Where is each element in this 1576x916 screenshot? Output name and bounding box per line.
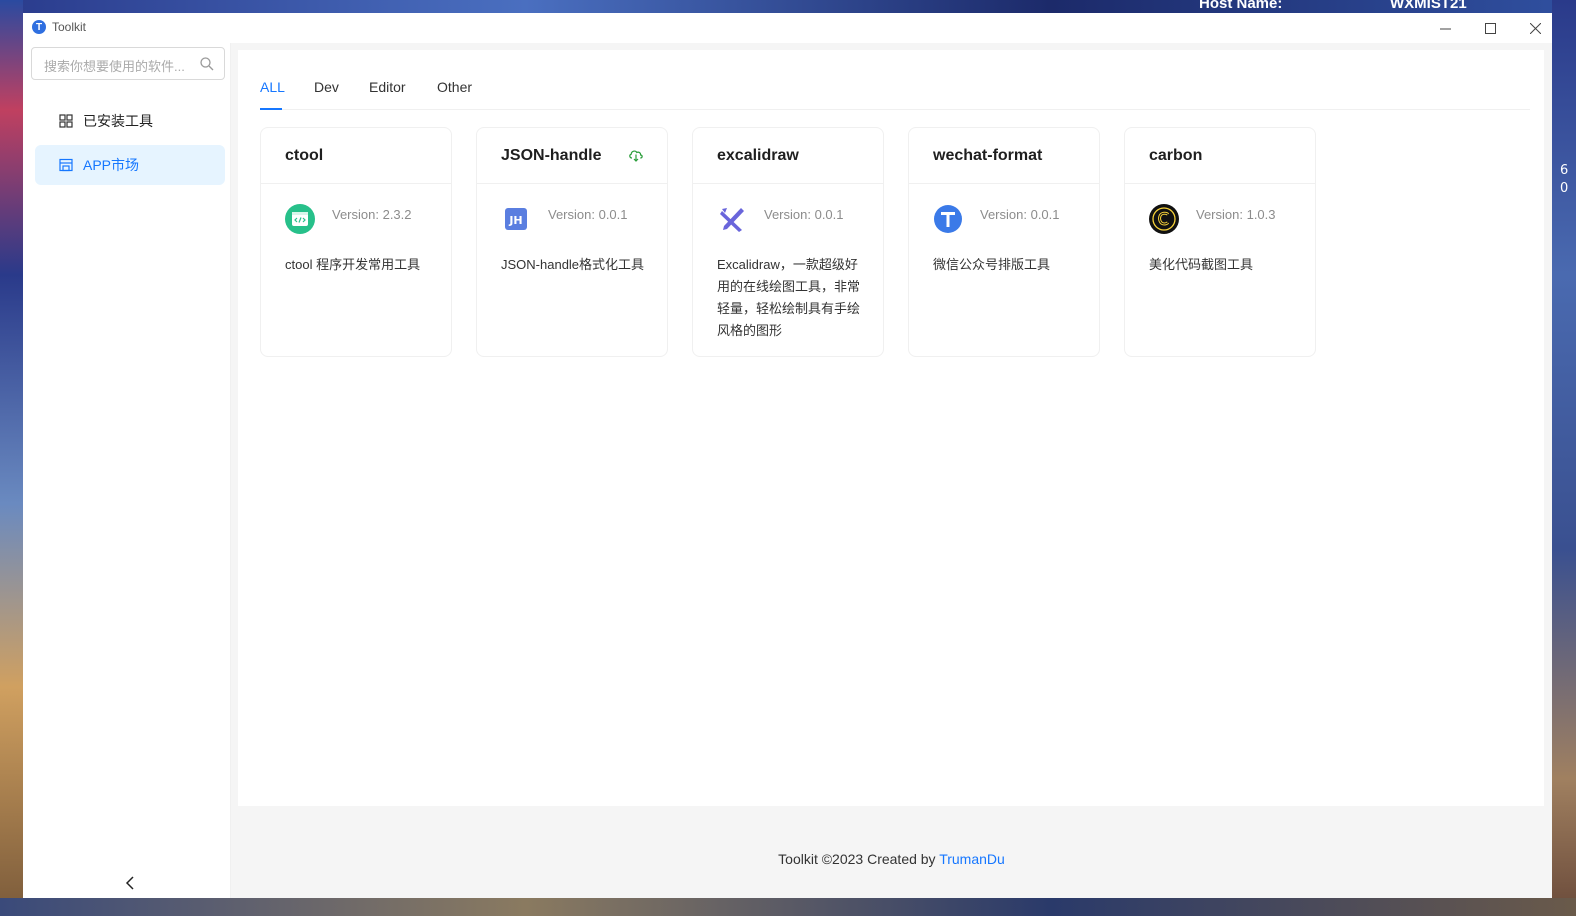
card-title: carbon bbox=[1149, 147, 1203, 164]
card-description: Excalidraw，一款超级好用的在线绘图工具，非常轻量，轻松绘制具有手绘风格… bbox=[717, 257, 861, 338]
card-header: carbon bbox=[1125, 128, 1315, 184]
tab-editor[interactable]: Editor bbox=[369, 78, 406, 110]
card-version: Version: 2.3.2 bbox=[332, 207, 412, 222]
content-panel: ALL Dev Editor Other ctool Version: 2.3.… bbox=[238, 50, 1544, 806]
close-icon bbox=[1529, 22, 1541, 34]
app-window: T Toolkit 搜索你想要使用的软件... 已安装工具 APP市场 ALL … bbox=[23, 13, 1552, 898]
sidebar-collapse-button[interactable] bbox=[120, 873, 140, 893]
tab-all[interactable]: ALL bbox=[260, 78, 285, 110]
excalidraw-logo-icon bbox=[720, 208, 744, 232]
category-tabs: ALL Dev Editor Other bbox=[260, 78, 1530, 110]
app-card-excalidraw[interactable]: excalidraw Version: 0.0.1 Excalidraw，一款超… bbox=[692, 127, 884, 357]
card-version: Version: 0.0.1 bbox=[548, 207, 628, 222]
tab-other[interactable]: Other bbox=[437, 78, 472, 110]
card-description: JSON-handle格式化工具 bbox=[501, 257, 645, 272]
search-input[interactable]: 搜索你想要使用的软件... bbox=[31, 47, 225, 80]
search-placeholder: 搜索你想要使用的软件... bbox=[44, 59, 185, 74]
minimize-button[interactable] bbox=[1422, 13, 1468, 43]
card-version: Version: 1.0.3 bbox=[1196, 207, 1276, 222]
maximize-icon bbox=[1484, 22, 1496, 34]
card-description: 微信公众号排版工具 bbox=[933, 257, 1051, 272]
tab-active-indicator bbox=[260, 108, 282, 110]
title-bar[interactable]: T Toolkit bbox=[23, 13, 1552, 43]
card-header: excalidraw bbox=[693, 128, 883, 184]
wechat-format-logo-icon bbox=[934, 205, 962, 233]
sidebar-item-installed-tools[interactable]: 已安装工具 bbox=[35, 101, 225, 141]
desktop-edge-digit: 6 bbox=[1560, 163, 1569, 178]
desktop-wallpaper-right: 6 0 bbox=[1552, 0, 1576, 916]
chevron-left-icon bbox=[125, 876, 134, 890]
card-header: ctool bbox=[261, 128, 451, 184]
ctool-logo-icon bbox=[285, 204, 315, 234]
app-card-json-handle[interactable]: JSON-handle JH Version: 0.0.1 JSON-handl… bbox=[476, 127, 668, 357]
carbon-logo-icon bbox=[1149, 204, 1179, 234]
card-description: ctool 程序开发常用工具 bbox=[285, 257, 421, 272]
store-icon bbox=[59, 158, 73, 172]
card-title: ctool bbox=[285, 147, 324, 164]
app-logo-icon: T bbox=[32, 20, 46, 34]
card-header: wechat-format bbox=[909, 128, 1099, 184]
card-version: Version: 0.0.1 bbox=[980, 207, 1060, 222]
maximize-button[interactable] bbox=[1467, 13, 1513, 43]
main-area: ALL Dev Editor Other ctool Version: 2.3.… bbox=[231, 43, 1552, 898]
desktop-wallpaper-bottom bbox=[0, 898, 1576, 916]
close-button[interactable] bbox=[1512, 13, 1558, 43]
card-title: wechat-format bbox=[933, 147, 1043, 164]
desktop-host-value: WXMIST21 bbox=[1390, 0, 1467, 12]
sidebar-item-label: APP市场 bbox=[83, 157, 140, 173]
minimize-icon bbox=[1439, 28, 1451, 29]
window-title: Toolkit bbox=[52, 20, 87, 34]
app-card-carbon[interactable]: carbon Version: 1.0.3 美化代码截图工具 bbox=[1124, 127, 1316, 357]
sidebar-item-label: 已安装工具 bbox=[83, 113, 153, 129]
sidebar-item-app-market[interactable]: APP市场 bbox=[35, 145, 225, 185]
app-card-ctool[interactable]: ctool Version: 2.3.2 ctool 程序开发常用工具 bbox=[260, 127, 452, 357]
grid-icon bbox=[59, 114, 73, 128]
card-title: excalidraw bbox=[717, 147, 799, 164]
desktop-edge-digit: 0 bbox=[1560, 181, 1569, 196]
card-version: Version: 0.0.1 bbox=[764, 207, 844, 222]
json-handle-logo-icon: JH bbox=[505, 208, 527, 230]
footer: Toolkit ©2023 Created by TrumanDu bbox=[231, 851, 1552, 867]
app-card-wechat-format[interactable]: wechat-format Version: 0.0.1 微信公众号排版工具 bbox=[908, 127, 1100, 357]
desktop-host-label: Host Name: bbox=[1199, 0, 1283, 12]
sidebar: 搜索你想要使用的软件... 已安装工具 APP市场 bbox=[23, 43, 230, 898]
search-icon[interactable] bbox=[200, 57, 214, 71]
card-header: JSON-handle bbox=[477, 128, 667, 184]
cloud-download-icon[interactable] bbox=[628, 148, 644, 162]
desktop-wallpaper-left bbox=[0, 0, 23, 916]
author-link[interactable]: TrumanDu bbox=[939, 851, 1005, 867]
card-title: JSON-handle bbox=[501, 147, 602, 164]
footer-text: Toolkit ©2023 Created by bbox=[778, 851, 940, 867]
svg-text:JH: JH bbox=[508, 214, 522, 227]
tab-dev[interactable]: Dev bbox=[314, 78, 339, 110]
card-description: 美化代码截图工具 bbox=[1149, 257, 1254, 272]
desktop-wallpaper-top: Host Name: WXMIST21 bbox=[0, 0, 1576, 13]
